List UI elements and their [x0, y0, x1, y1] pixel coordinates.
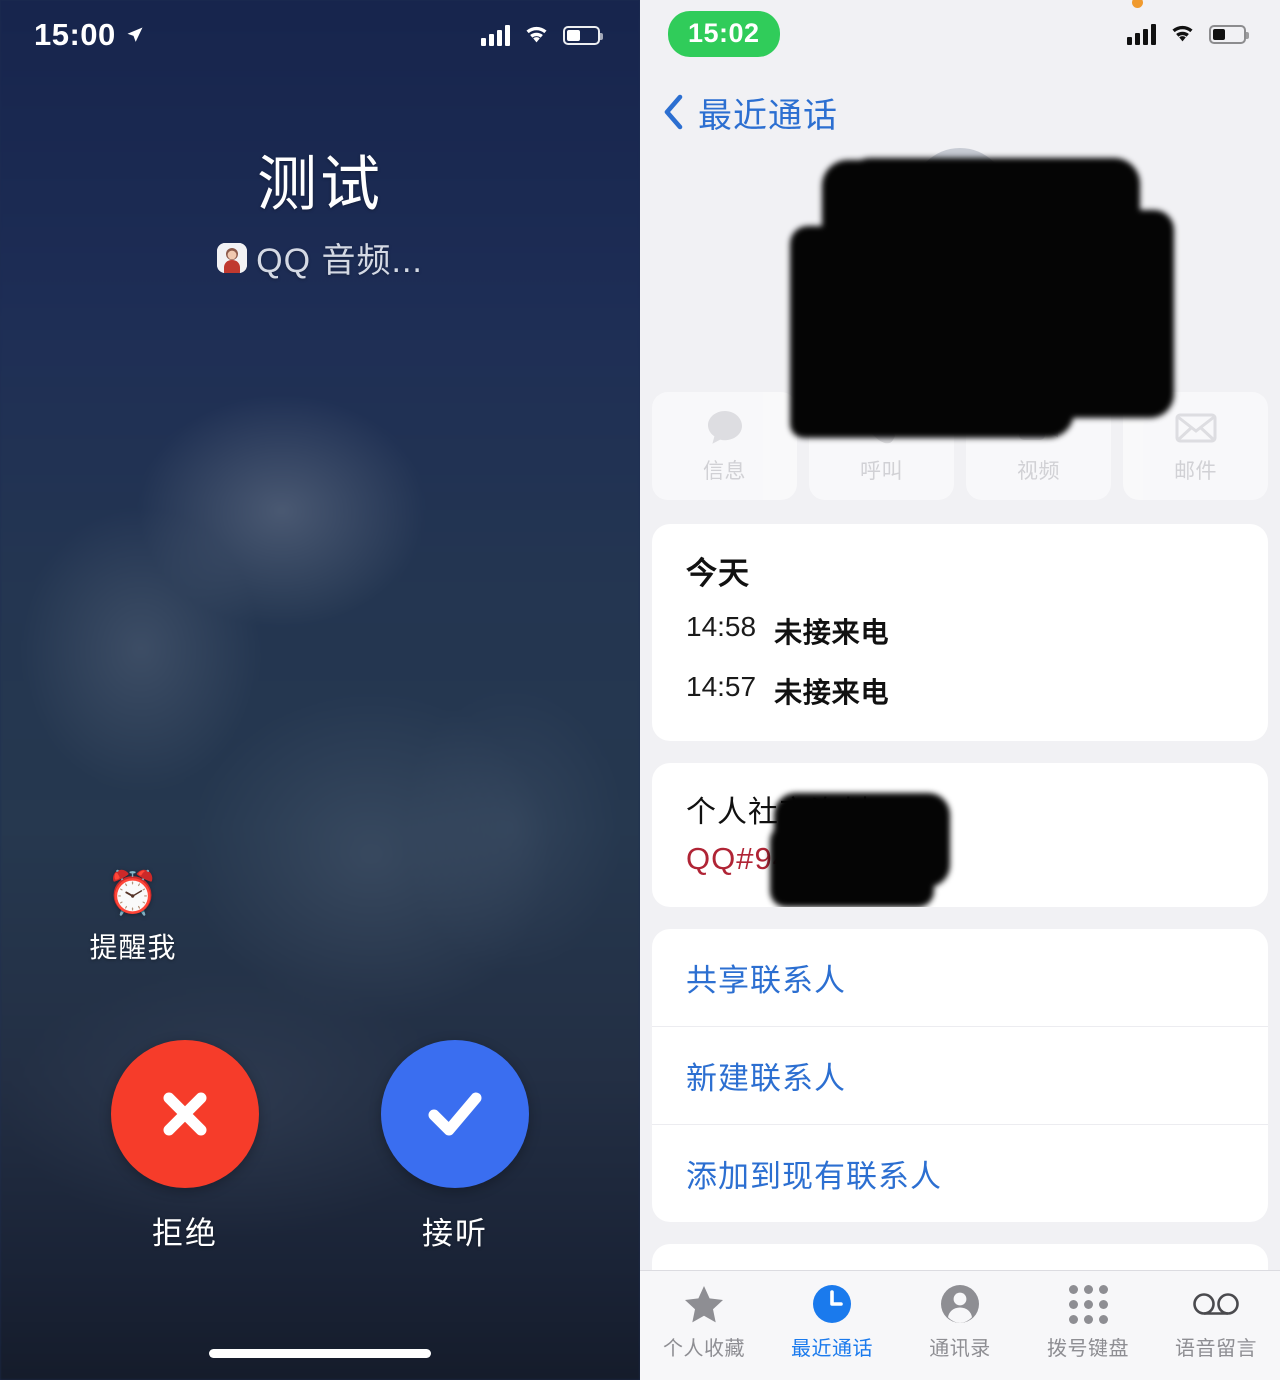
answer-call-label: 接听	[422, 1216, 488, 1251]
redaction-overlay-qq-number	[774, 793, 950, 887]
status-bar-indicators-right	[1127, 0, 1249, 45]
quick-action-video[interactable]: 视频	[966, 392, 1111, 500]
call-time: 14:58	[686, 611, 757, 642]
tab-keypad-label: 拨号键盘	[1047, 1338, 1129, 1360]
decline-call-button[interactable]: 拒绝	[109, 1040, 261, 1253]
incoming-call-screen: 15:00 测试 QQ 音频... ⏰ 提醒我 拒绝 接听	[0, 0, 640, 1380]
x-icon	[163, 1092, 207, 1136]
tab-keypad[interactable]: 拨号键盘	[1024, 1284, 1152, 1361]
answer-call-circle[interactable]	[381, 1040, 529, 1188]
alarm-clock-icon: ⏰	[106, 869, 160, 916]
quick-action-mail-label: 邮件	[1174, 459, 1217, 483]
battery-icon	[563, 25, 603, 45]
tab-favorites-label: 个人收藏	[663, 1338, 745, 1360]
status-bar-right: 15:02	[640, 0, 1280, 68]
back-button-label: 最近通话	[698, 96, 838, 135]
redaction-overlay-contact-name	[822, 160, 1122, 388]
wifi-icon	[1172, 25, 1193, 42]
status-bar-indicators-left	[481, 24, 603, 46]
tab-recents-label: 最近通话	[791, 1338, 873, 1360]
split-screenshot: 15:00 测试 QQ 音频... ⏰ 提醒我 拒绝 接听 15:02 最近通话…	[0, 0, 1280, 1380]
decline-call-label: 拒绝	[152, 1216, 218, 1251]
voicemail-icon	[1193, 1284, 1239, 1324]
location-arrow-icon	[127, 27, 143, 42]
call-detail-screen: 15:02 最近通话 信息 呼叫 视频 邮件 今天 14:58 未接来电 14:…	[640, 0, 1280, 1380]
checkmark-icon	[428, 1092, 482, 1136]
qq-app-avatar-icon	[217, 242, 248, 273]
call-action-row: 拒绝 接听	[0, 1040, 640, 1253]
table-row[interactable]: 14:58 未接来电	[686, 611, 1234, 651]
add-to-existing-contact-button[interactable]: 添加到现有联系人	[652, 1125, 1268, 1222]
tab-contacts-label: 通讯录	[929, 1338, 991, 1360]
contact-actions-card: 共享联系人 新建联系人 添加到现有联系人	[652, 929, 1268, 1222]
call-time: 14:57	[686, 671, 757, 702]
caller-subtitle-row: QQ 音频...	[0, 233, 640, 282]
call-type: 未接来电	[774, 677, 890, 708]
quick-action-video-label: 视频	[1017, 459, 1060, 483]
contact-hero: QQ音频	[640, 142, 1280, 392]
call-history-card: 今天 14:58 未接来电 14:57 未接来电	[652, 524, 1268, 741]
tab-recents[interactable]: 最近通话	[768, 1284, 896, 1361]
social-profile-row: 个人社交资料 QQ#94	[652, 763, 1268, 907]
person-circle-icon	[940, 1284, 980, 1324]
create-contact-button[interactable]: 新建联系人	[652, 1027, 1268, 1125]
video-camera-icon	[1018, 408, 1060, 448]
call-history-day-label: 今天	[686, 556, 750, 591]
cellular-bars-icon	[481, 24, 510, 46]
table-row[interactable]: 14:57 未接来电	[686, 671, 1234, 711]
navigation-bar: 最近通话	[640, 82, 1280, 142]
remind-me-button[interactable]: ⏰ 提醒我	[72, 872, 194, 966]
phone-handset-icon	[863, 408, 901, 448]
tab-favorites[interactable]: 个人收藏	[640, 1284, 768, 1361]
social-profile-card[interactable]: 个人社交资料 QQ#94	[652, 763, 1268, 907]
social-profile-value: QQ#94	[686, 841, 791, 876]
status-bar-left: 15:00	[0, 0, 640, 70]
back-button[interactable]: 最近通话	[662, 88, 838, 137]
quick-action-call[interactable]: 呼叫	[809, 392, 954, 500]
caller-info: 测试 QQ 音频...	[0, 150, 640, 282]
caller-name: 测试	[257, 151, 383, 218]
detail-scroll-area[interactable]: QQ音频 信息	[640, 142, 1280, 1341]
remind-me-label: 提醒我	[89, 932, 177, 963]
battery-icon	[1209, 24, 1249, 44]
chevron-left-icon	[664, 94, 683, 130]
call-type: 未接来电	[774, 617, 890, 648]
active-call-time-pill[interactable]: 15:02	[668, 11, 780, 57]
cellular-bars-icon	[1127, 23, 1156, 45]
quick-action-message[interactable]: 信息	[652, 392, 797, 500]
tab-voicemail[interactable]: 语音留言	[1152, 1284, 1280, 1361]
mail-envelope-icon	[1175, 408, 1217, 448]
social-profile-title: 个人社交资料	[686, 787, 1234, 831]
tab-bar: 个人收藏 最近通话 通讯录 拨号键盘 语音留言	[640, 1270, 1280, 1380]
tab-contacts[interactable]: 通讯录	[896, 1284, 1024, 1361]
microphone-in-use-dot	[1132, 0, 1143, 8]
keypad-dots-icon	[1068, 1284, 1108, 1324]
share-contact-button[interactable]: 共享联系人	[652, 929, 1268, 1027]
tab-voicemail-label: 语音留言	[1175, 1338, 1257, 1360]
status-bar-time: 15:00	[34, 17, 116, 52]
wifi-icon	[526, 26, 547, 43]
detail-cards: 今天 14:58 未接来电 14:57 未接来电 个人社交资	[640, 524, 1280, 1341]
star-icon	[684, 1284, 724, 1324]
caller-subtitle-text: QQ 音频...	[256, 242, 423, 280]
quick-action-call-label: 呼叫	[860, 459, 903, 483]
quick-action-message-label: 信息	[703, 459, 746, 483]
clock-icon	[812, 1284, 852, 1324]
message-bubble-icon	[705, 408, 745, 448]
decline-call-circle[interactable]	[111, 1040, 259, 1188]
quick-action-mail[interactable]: 邮件	[1123, 392, 1268, 500]
call-history-list: 今天 14:58 未接来电 14:57 未接来电	[652, 524, 1268, 741]
answer-call-button[interactable]: 接听	[379, 1040, 531, 1253]
home-indicator-left[interactable]	[209, 1349, 431, 1358]
status-bar-time-group: 15:00	[34, 17, 145, 53]
quick-action-row: 信息 呼叫 视频 邮件	[640, 392, 1280, 500]
